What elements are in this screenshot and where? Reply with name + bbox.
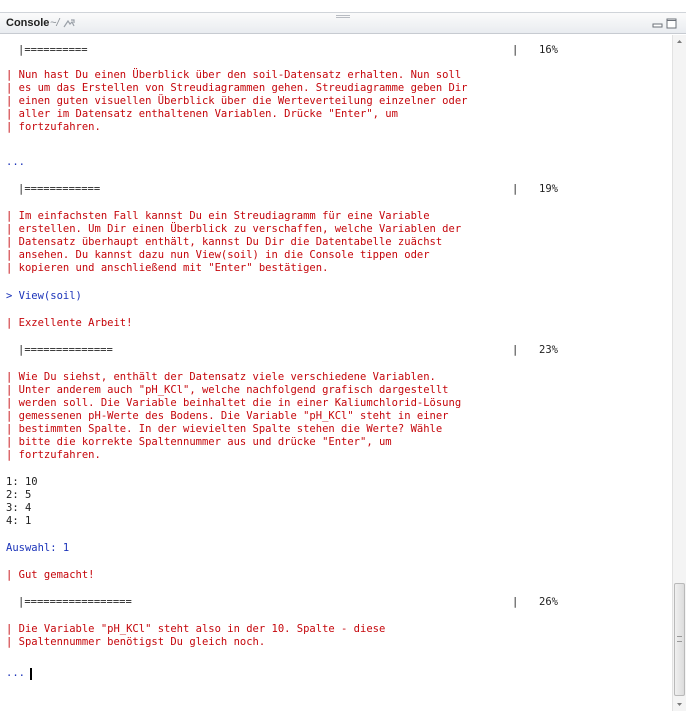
message-line: | einen guten visuellen Überblick über d… — [6, 95, 468, 107]
progress-separator: | — [512, 183, 519, 195]
progress-value: 19% — [539, 183, 558, 195]
vertical-scrollbar[interactable] — [672, 35, 686, 711]
message-line: | es um das Erstellen von Streudiagramme… — [6, 82, 468, 94]
console-title: Console — [6, 17, 50, 29]
progress-separator: | — [512, 344, 519, 356]
message-line: | Datensatz überhaupt enthält, kannst Du… — [6, 236, 443, 248]
chevron-down-icon[interactable] — [673, 697, 686, 711]
message-line: | fortzufahren. — [6, 121, 101, 133]
maximize-icon[interactable] — [666, 18, 677, 29]
message-line: | bestimmten Spalte. In der wievielten S… — [6, 423, 443, 435]
progress-value: 16% — [539, 44, 558, 56]
console-output[interactable]: |========== | 16% | Nun hast Du einen Üb… — [0, 35, 672, 711]
message-line: | Im einfachsten Fall kannst Du ein Stre… — [6, 210, 430, 222]
message-line: | ansehen. Du kannst dazu nun View(soil)… — [6, 249, 430, 261]
arrow-icon[interactable] — [63, 18, 75, 30]
console-prompt[interactable]: ... — [6, 667, 25, 680]
feedback-line: | Exzellente Arbeit! — [6, 317, 133, 329]
message-line: | aller im Datensatz enthaltenen Variabl… — [6, 108, 398, 120]
user-input-line: > View(soil) — [6, 290, 82, 302]
progress-line: |================= | 26% — [6, 596, 666, 609]
message-line: | erstellen. Um Dir einen Überblick zu v… — [6, 223, 462, 235]
top-strip — [0, 0, 686, 12]
minimize-icon[interactable] — [652, 18, 663, 29]
progress-separator: | — [512, 44, 519, 56]
progress-bar-text: |============== — [18, 344, 113, 356]
message-line: | bitte die korrekte Spaltennummer aus u… — [6, 436, 392, 448]
scrollbar-thumb[interactable] — [674, 583, 685, 696]
chevron-up-icon[interactable] — [673, 35, 686, 49]
message-line: | werden soll. Die Variable beinhaltet d… — [6, 397, 462, 409]
progress-line: |========== | 16% — [6, 44, 666, 57]
pane-grip[interactable] — [336, 15, 350, 18]
choice-option: 1: 10 — [6, 476, 38, 488]
message-line: | Unter anderem auch "pH_KCl", welche na… — [6, 384, 449, 396]
progress-value: 26% — [539, 596, 558, 608]
progress-line: |============ | 19% — [6, 183, 666, 196]
console-titlebar: Console ~/ — [0, 12, 686, 34]
progress-line: |============== | 23% — [6, 344, 666, 357]
message-line: | fortzufahren. — [6, 449, 101, 461]
progress-value: 23% — [539, 344, 558, 356]
selection-line: Auswahl: 1 — [6, 542, 70, 554]
message-line: | Spaltennummer benötigst Du gleich noch… — [6, 636, 266, 648]
choice-option: 3: 4 — [6, 502, 32, 514]
continue-prompt: ... — [6, 156, 25, 168]
message-line: | Die Variable "pH_KCl" steht also in de… — [6, 623, 386, 635]
progress-bar-text: |================= — [18, 596, 132, 608]
working-directory-path: ~/ — [50, 17, 60, 29]
message-line: | Nun hast Du einen Überblick über den s… — [6, 69, 462, 81]
message-line: | gemessenen pH-Werte des Bodens. Die Va… — [6, 410, 449, 422]
choice-option: 2: 5 — [6, 489, 32, 501]
progress-bar-text: |========== — [18, 44, 88, 56]
message-line: | Wie Du siehst, enthält der Datensatz v… — [6, 371, 436, 383]
progress-separator: | — [512, 596, 519, 608]
thumb-grip — [677, 636, 682, 642]
choice-option: 4: 1 — [6, 515, 32, 527]
feedback-line: | Gut gemacht! — [6, 569, 95, 581]
text-cursor — [30, 668, 32, 680]
message-line: | kopieren und anschließend mit "Enter" … — [6, 262, 329, 274]
progress-bar-text: |============ — [18, 183, 101, 195]
rstudio-console-window: Console ~/ |========== | 16% | Nun hast … — [0, 0, 686, 711]
